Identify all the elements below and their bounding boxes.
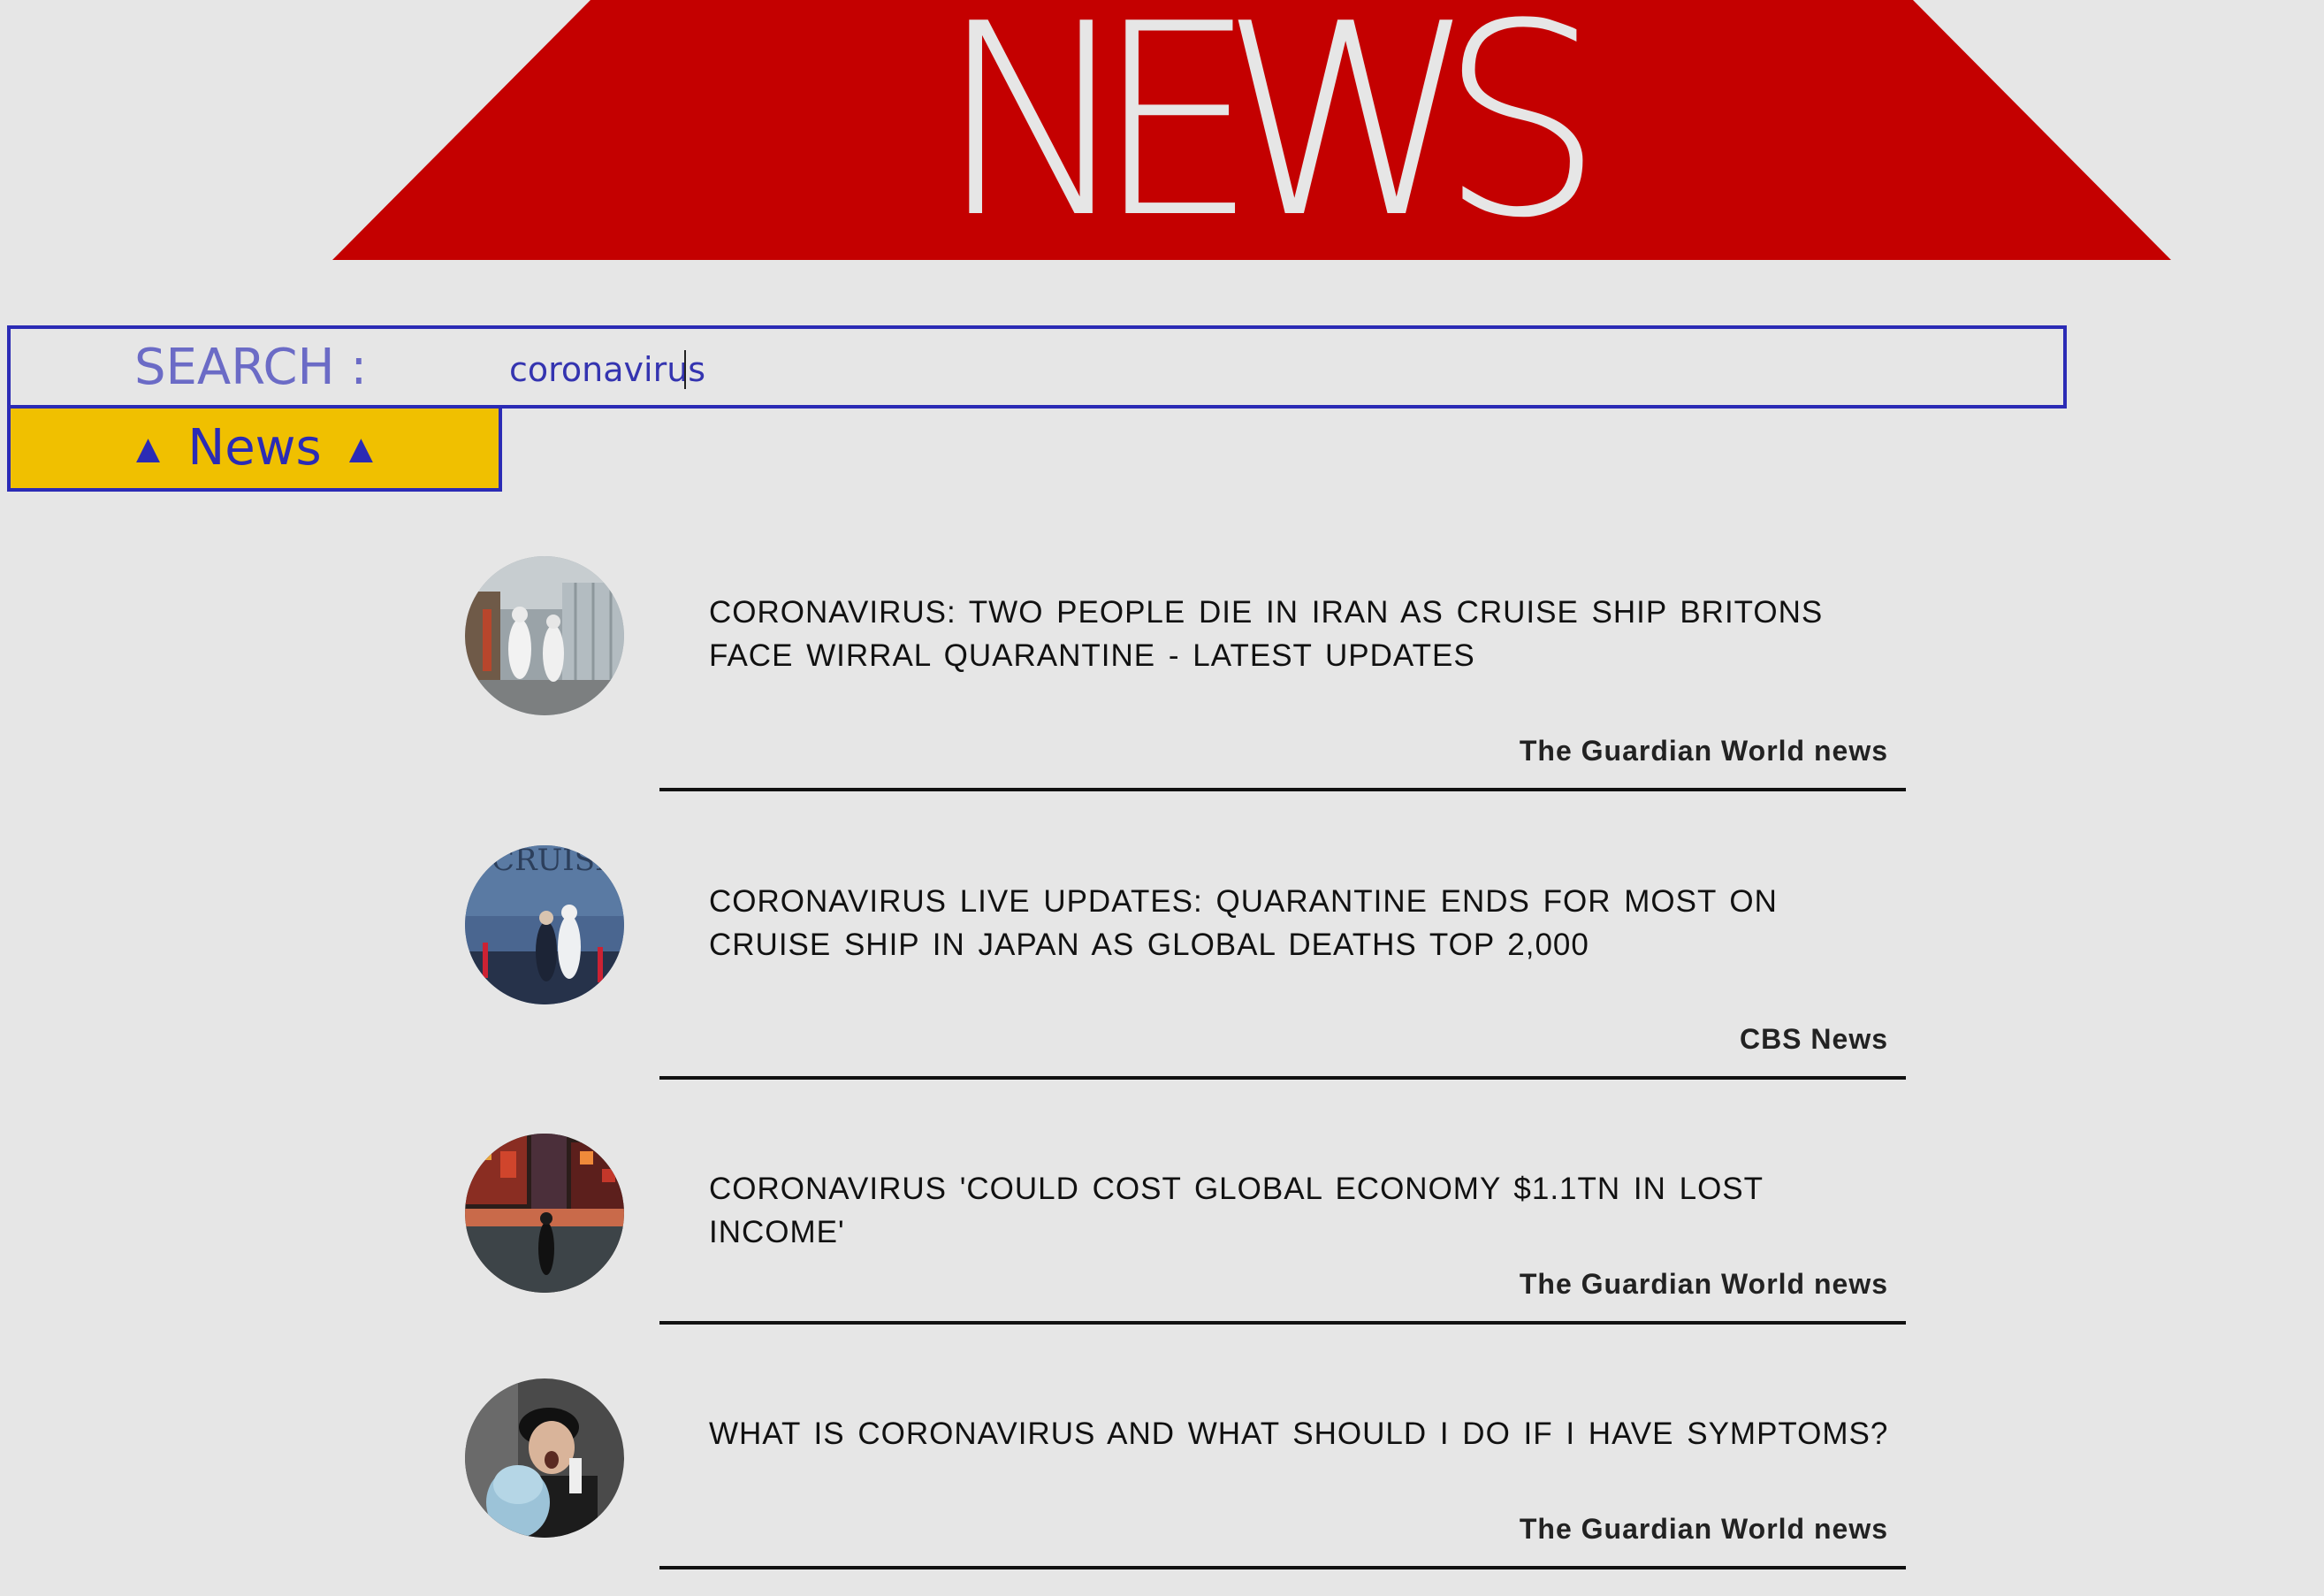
article-divider (659, 1076, 1906, 1080)
article-headline[interactable]: CORONAVIRUS: TWO PEOPLE DIE IN IRAN AS C… (709, 591, 1893, 677)
article-divider (659, 788, 1906, 791)
article-headline[interactable]: CORONAVIRUS 'COULD COST GLOBAL ECONOMY $… (709, 1167, 1893, 1254)
svg-text:CRUISE: CRUISE (491, 845, 617, 878)
article-thumbnail[interactable] (465, 1134, 624, 1293)
article-divider (659, 1566, 1906, 1569)
article-thumbnail[interactable] (465, 1378, 624, 1538)
article-source: The Guardian World news (1519, 735, 1888, 767)
article-headline[interactable]: CORONAVIRUS LIVE UPDATES: QUARANTINE END… (709, 880, 1893, 966)
article-thumbnail[interactable] (465, 556, 624, 715)
article-thumbnail[interactable]: CRUISE (465, 845, 624, 1004)
article-divider (659, 1321, 1906, 1325)
article-source: The Guardian World news (1519, 1268, 1888, 1300)
article-source: CBS News (1739, 1023, 1888, 1055)
article-list: CORONAVIRUS: TWO PEOPLE DIE IN IRAN AS C… (0, 0, 2324, 1596)
article-source: The Guardian World news (1519, 1513, 1888, 1545)
article-headline[interactable]: WHAT IS CORONAVIRUS AND WHAT SHOULD I DO… (709, 1412, 1893, 1455)
